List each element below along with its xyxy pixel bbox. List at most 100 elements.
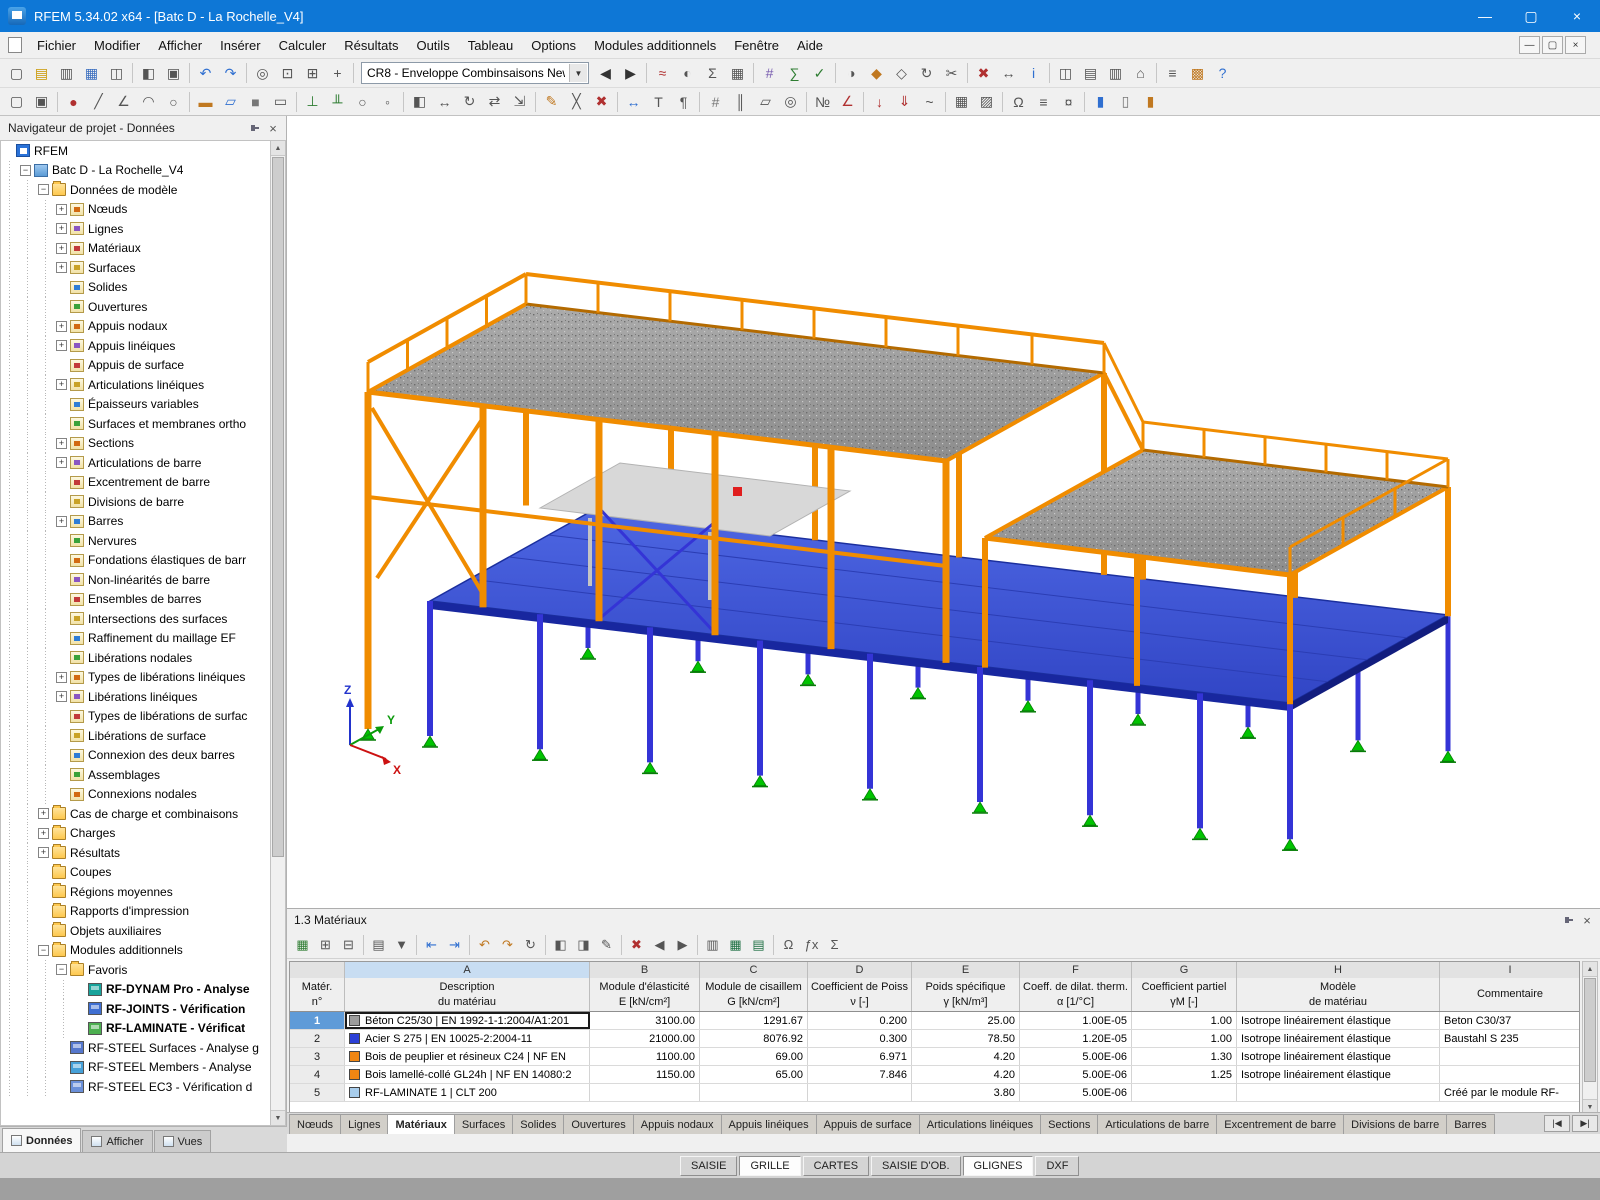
tree-item-intersections-des-surfaces[interactable]: Intersections des surfaces — [1, 609, 270, 629]
table-toolbar-last-column-button[interactable]: ⇥ — [443, 934, 466, 956]
cell-gm-row3[interactable]: 1.30 — [1132, 1048, 1237, 1065]
mdi-minimize-button[interactable]: — — [1519, 36, 1540, 54]
tree-item-rf-steel-ec3-verification-d[interactable]: RF-STEEL EC3 - Vérification d — [1, 1077, 270, 1097]
toolbar-show-results-button[interactable]: ≈ — [650, 61, 675, 85]
tree-item-rf-joints-verification[interactable]: RF-JOINTS - Vérification — [1, 999, 270, 1019]
menu-options[interactable]: Options — [522, 34, 585, 57]
toolbar2-eccentricity-button[interactable]: ◦ — [375, 90, 400, 114]
cell-nu-row2[interactable]: 0.300 — [808, 1030, 912, 1047]
toolbar-pan-button[interactable]: + — [325, 61, 350, 85]
toolbar2-settings-button[interactable]: ≡ — [1031, 90, 1056, 114]
toolbar-previous-loadcase-button[interactable]: ◀ — [593, 61, 618, 85]
toolbar-zoom-window-button[interactable]: ⊡ — [275, 61, 300, 85]
cell-gm-row5[interactable] — [1132, 1084, 1237, 1101]
tree-item-lignes[interactable]: +Lignes — [1, 219, 270, 239]
cell-comment-row4[interactable] — [1440, 1066, 1580, 1083]
nav-tab-vues[interactable]: Vues — [154, 1130, 212, 1152]
cell-gm-row2[interactable]: 1.00 — [1132, 1030, 1237, 1047]
toolbar2-printout-report-button[interactable]: ▨ — [974, 90, 999, 114]
cell-G-row4[interactable]: 65.00 — [700, 1066, 808, 1083]
toolbar-delete-mode-button[interactable]: ✖ — [971, 61, 996, 85]
tree-item-appuis-lineiques[interactable]: +Appuis linéiques — [1, 336, 270, 356]
table-toolbar-units-table-button[interactable]: Ω — [777, 934, 800, 956]
navigator-scrollbar-thumb[interactable] — [272, 157, 284, 857]
nav-tab-afficher[interactable]: Afficher — [82, 1130, 152, 1152]
toolbar2-module-concrete-button[interactable]: ▯ — [1113, 90, 1138, 114]
toolbar-render-mode-button[interactable]: ◆ — [864, 61, 889, 85]
tree-item-objets-auxiliaires[interactable]: Objets auxiliaires — [1, 921, 270, 941]
cell-model-row2[interactable]: Isotrope linéairement élastique — [1237, 1030, 1440, 1047]
tree-item-liberations-lineiques[interactable]: +Libérations linéiques — [1, 687, 270, 707]
cell-desc-row1[interactable]: Béton C25/30 | EN 1992-1-1:2004/A1:201 — [345, 1012, 590, 1029]
toolbar-visibility-button[interactable]: ◑ — [839, 61, 864, 85]
table-tab-n-uds[interactable]: Nœuds — [289, 1114, 341, 1134]
table-pin-icon[interactable] — [1560, 911, 1578, 929]
table-toolbar-view-mode-button[interactable]: ▤ — [367, 934, 390, 956]
cell-desc-row5[interactable]: RF-LAMINATE 1 | CLT 200 — [345, 1084, 590, 1101]
table-toolbar-first-column-button[interactable]: ⇤ — [420, 934, 443, 956]
tree-item-appuis-de-surface[interactable]: Appuis de surface — [1, 356, 270, 376]
toolbar-zoom-all-button[interactable]: ⊞ — [300, 61, 325, 85]
tree-item-assemblages[interactable]: Assemblages — [1, 765, 270, 785]
toolbar2-hinge-button[interactable]: ○ — [350, 90, 375, 114]
menu-afficher[interactable]: Afficher — [149, 34, 211, 57]
toolbar2-edit-button[interactable]: ✎ — [539, 90, 564, 114]
cell-gamma-row5[interactable]: 3.80 — [912, 1084, 1020, 1101]
toolbar2-units-button[interactable]: Ω — [1006, 90, 1031, 114]
toolbar2-loads-button[interactable]: ↓ — [867, 90, 892, 114]
close-panel-icon[interactable]: × — [264, 119, 282, 137]
cell-gamma-row1[interactable]: 25.00 — [912, 1012, 1020, 1029]
toolbar-print-button[interactable]: ◫ — [104, 61, 129, 85]
table-scrollbar-thumb[interactable] — [1584, 978, 1596, 1082]
maximize-button[interactable]: ▢ — [1508, 0, 1554, 32]
tree-item-favoris[interactable]: −Favoris — [1, 960, 270, 980]
cell-n-row2[interactable]: 2 — [290, 1030, 345, 1047]
tree-item-non-linearites-de-barre[interactable]: Non-linéarités de barre — [1, 570, 270, 590]
combobox-dropdown-arrow[interactable]: ▼ — [569, 64, 587, 82]
tree-item-coupes[interactable]: Coupes — [1, 863, 270, 883]
table-toolbar-edit-cell-button[interactable]: ✎ — [595, 934, 618, 956]
tree-expander-icon[interactable]: + — [56, 379, 67, 390]
table-tab-appuis-lineiques[interactable]: Appuis linéiques — [721, 1114, 817, 1134]
toolbar2-new-member-button[interactable]: ▬ — [193, 90, 218, 114]
tree-expander-icon[interactable]: + — [56, 691, 67, 702]
tree-item-fondations-elastiques-de-barr[interactable]: Fondations élastiques de barr — [1, 551, 270, 571]
tree-item-donnees-de-modele[interactable]: −Données de modèle — [1, 180, 270, 200]
column-letter-e[interactable]: E — [912, 962, 1020, 978]
toolbar-zoom-button[interactable]: ◎ — [250, 61, 275, 85]
scroll-up-icon[interactable]: ▲ — [271, 141, 285, 156]
cell-G-row1[interactable]: 1291.67 — [700, 1012, 808, 1029]
cell-comment-row1[interactable]: Beton C30/37 — [1440, 1012, 1580, 1029]
minimize-button[interactable]: — — [1462, 0, 1508, 32]
tree-item-regions-moyennes[interactable]: Régions moyennes — [1, 882, 270, 902]
pin-icon[interactable] — [246, 119, 264, 137]
toolbar2-module-timber-button[interactable]: ▮ — [1138, 90, 1163, 114]
tree-item-rf-dynam-pro-analyse[interactable]: RF-DYNAM Pro - Analyse — [1, 980, 270, 1000]
tree-item-rfem[interactable]: RFEM — [1, 141, 270, 161]
toolbar-options-button[interactable]: ≡ — [1160, 61, 1185, 85]
tree-item-materiaux[interactable]: +Matériaux — [1, 239, 270, 259]
table-tab-appuis-de-surface[interactable]: Appuis de surface — [816, 1114, 920, 1134]
toolbar2-new-polyline-button[interactable]: ∠ — [111, 90, 136, 114]
menu-inserer[interactable]: Insérer — [211, 34, 269, 57]
cell-n-row3[interactable]: 3 — [290, 1048, 345, 1065]
column-letter-a[interactable]: A — [345, 962, 590, 978]
status-toggle-glignes[interactable]: GLIGNES — [963, 1156, 1034, 1176]
tree-expander-icon[interactable]: − — [38, 184, 49, 195]
tree-item-n-uds[interactable]: +Nœuds — [1, 200, 270, 220]
model-3d-view[interactable]: ZYX — [287, 116, 1600, 908]
tree-expander-icon[interactable]: + — [56, 672, 67, 683]
tree-item-divisions-de-barre[interactable]: Divisions de barre — [1, 492, 270, 512]
tree-expander-icon[interactable]: + — [56, 438, 67, 449]
toolbar2-dimension-button[interactable]: ↔ — [621, 90, 646, 114]
cell-G-row2[interactable]: 8076.92 — [700, 1030, 808, 1047]
tree-expander-icon[interactable]: − — [56, 964, 67, 975]
toolbar2-select-button[interactable]: ▢ — [4, 90, 29, 114]
tree-item-resultats[interactable]: +Résultats — [1, 843, 270, 863]
cell-G-row5[interactable] — [700, 1084, 808, 1101]
table-tabs-scroll-left-button[interactable]: |◀ — [1544, 1115, 1570, 1132]
table-tab-ouvertures[interactable]: Ouvertures — [563, 1114, 633, 1134]
toolbar-rotate-view-button[interactable]: ↻ — [914, 61, 939, 85]
tree-expander-icon[interactable]: + — [56, 223, 67, 234]
toolbar2-move-button[interactable]: ↔ — [432, 90, 457, 114]
